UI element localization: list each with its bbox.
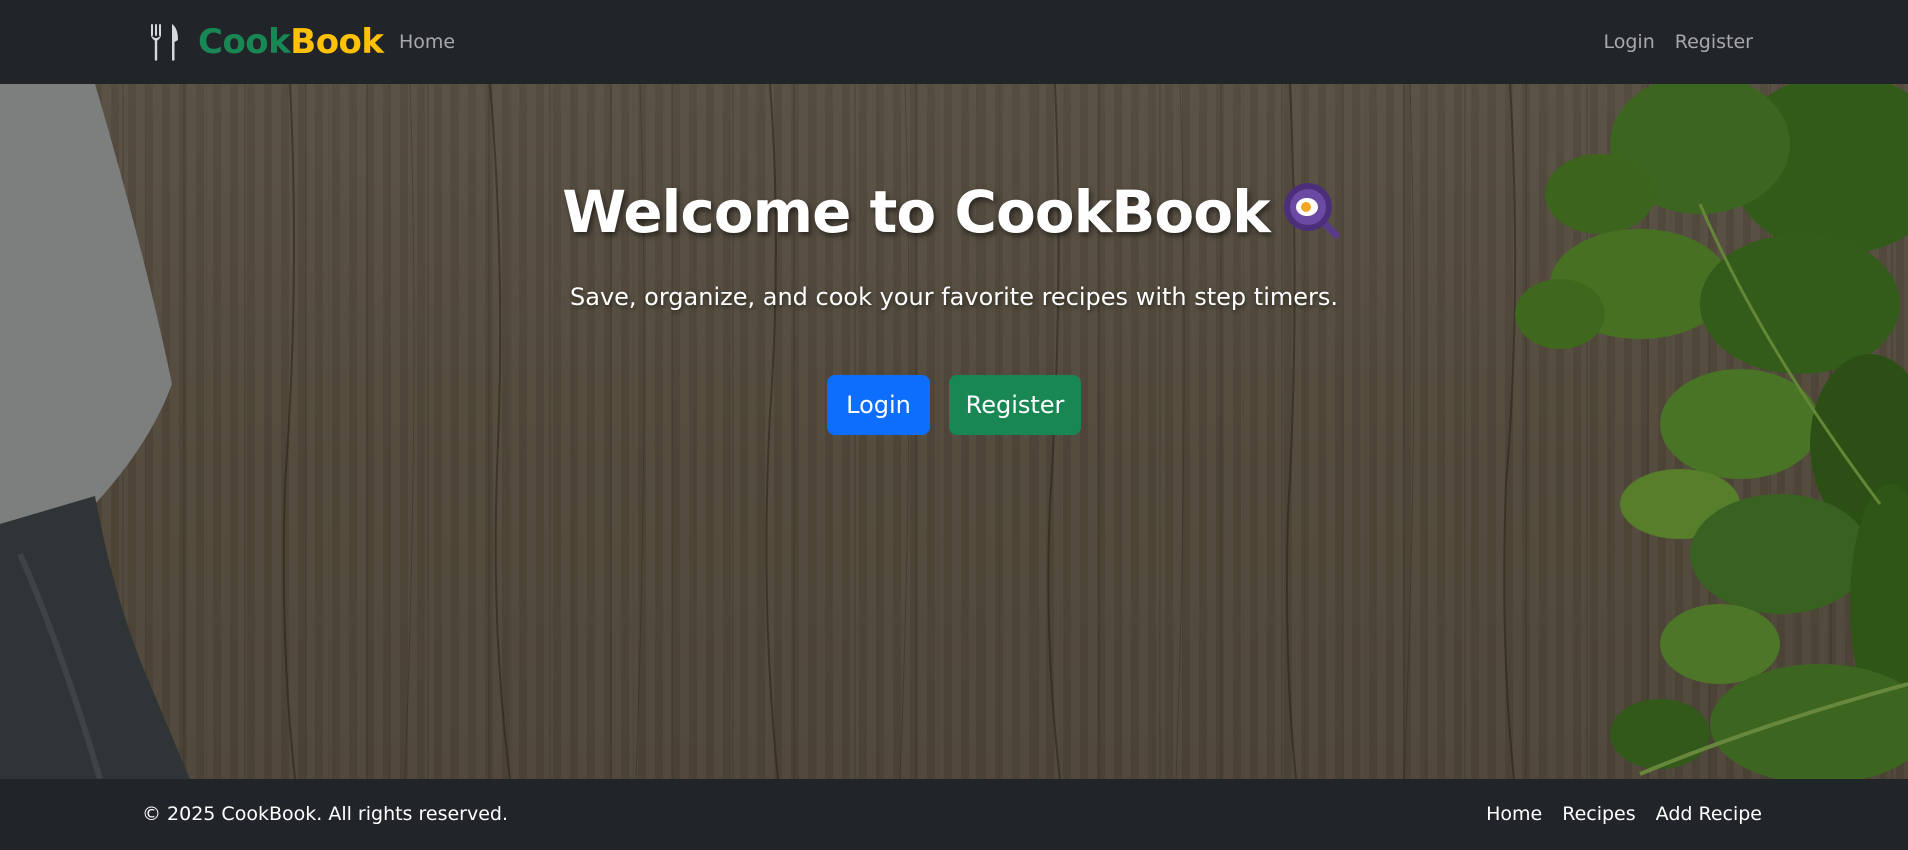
footer-link-recipes[interactable]: Recipes [1562, 800, 1635, 828]
nav-home-link[interactable]: Home [399, 28, 455, 56]
top-navbar: CookBook Home Login Register [0, 0, 1908, 84]
nav-register-link[interactable]: Register [1675, 28, 1753, 56]
hero-buttons: Login Register [0, 375, 1908, 435]
page-footer: © 2025 CookBook. All rights reserved. Ho… [0, 779, 1908, 850]
hero-section: Welcome to CookBook Save, organize, and … [0, 84, 1908, 779]
login-button[interactable]: Login [827, 375, 930, 435]
hero-title: Welcome to CookBook [562, 178, 1270, 246]
footer-link-add-recipe[interactable]: Add Recipe [1656, 800, 1762, 828]
fork-knife-icon [151, 24, 178, 61]
register-button[interactable]: Register [949, 375, 1081, 435]
hero-subtitle: Save, organize, and cook your favorite r… [570, 283, 1338, 311]
frying-pan-egg-icon [1283, 183, 1340, 239]
brand-logo-link[interactable]: CookBook [148, 18, 384, 66]
nav-login-link[interactable]: Login [1604, 28, 1655, 56]
footer-link-home[interactable]: Home [1486, 800, 1542, 828]
hero-title-row: Welcome to CookBook [0, 177, 1908, 247]
footer-copyright: © 2025 CookBook. All rights reserved. [142, 803, 509, 825]
brand-name-book: Book [290, 22, 384, 62]
nav-auth-links: Login Register [1604, 28, 1754, 56]
brand-name-cook: Cook [198, 22, 291, 62]
brand-name: CookBook [198, 18, 384, 66]
footer-links: Home Recipes Add Recipe [1486, 800, 1762, 828]
